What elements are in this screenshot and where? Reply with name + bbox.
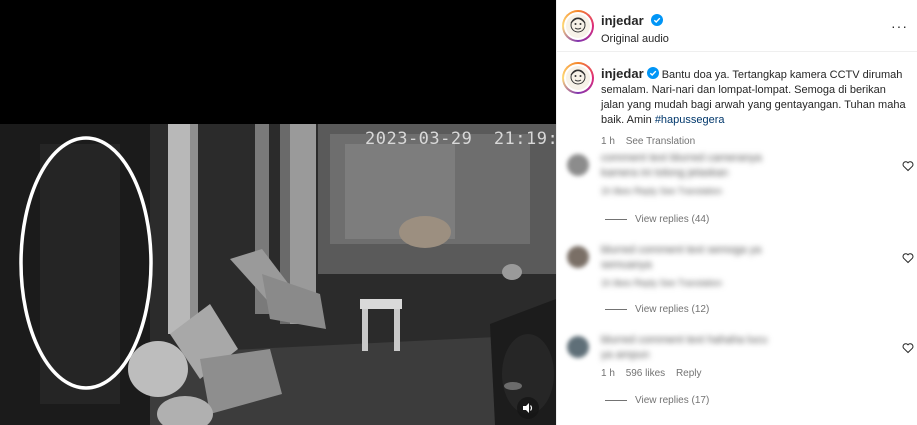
cctv-scene xyxy=(0,124,556,425)
author-avatar[interactable] xyxy=(562,10,594,42)
caption-hashtag[interactable]: #hapussegera xyxy=(655,114,725,126)
media-letterbox xyxy=(0,0,556,124)
post-side-panel: injedar Original audio ··· injedar Bantu… xyxy=(556,0,917,425)
comment-time[interactable]: 1 h xyxy=(601,368,615,379)
replies-dash xyxy=(605,219,627,220)
like-heart-icon[interactable] xyxy=(902,252,914,264)
more-options-button[interactable]: ··· xyxy=(891,18,908,34)
view-replies-button[interactable]: View replies (44) xyxy=(605,214,709,225)
comment-text-blurred: blurred comment text semoga ya xyxy=(601,244,762,256)
post-media[interactable]: 2023-03-29 21:19:02 xyxy=(0,0,556,425)
comment-text-blurred: comment text blurred cameranya xyxy=(601,152,762,164)
see-translation-link[interactable]: See Translation xyxy=(626,136,696,147)
like-heart-icon[interactable] xyxy=(902,160,914,172)
comment-text-blurred: blurred comment text hahaha lucu xyxy=(601,334,768,346)
reply-button[interactable]: Reply xyxy=(676,368,702,379)
post-time[interactable]: 1 h xyxy=(601,136,615,147)
view-replies-label: View replies (12) xyxy=(635,304,710,315)
author-username[interactable]: injedar xyxy=(601,13,644,28)
like-heart-icon[interactable] xyxy=(902,342,914,354)
audio-label[interactable]: Original audio xyxy=(601,33,669,45)
view-replies-button[interactable]: View replies (17) xyxy=(605,395,709,406)
post-caption: injedar Bantu doa ya. Tertangkap kamera … xyxy=(601,66,906,149)
comment-meta-blurred: 1h likes Reply See Translation xyxy=(601,186,723,196)
view-replies-button[interactable]: View replies (12) xyxy=(605,304,709,315)
comment-text-blurred: ya ampun xyxy=(601,349,650,361)
verified-badge-icon xyxy=(646,67,659,79)
cctv-timestamp: 2023-03-29 21:19:02 xyxy=(365,129,556,149)
comment-likes[interactable]: 596 likes xyxy=(626,368,665,379)
comment-text-blurred: kamera ini tolong jelaskan xyxy=(601,167,729,179)
post-header: injedar Original audio ··· xyxy=(557,0,917,52)
comment-text-blurred: semuanya xyxy=(601,259,652,271)
caption-username[interactable]: injedar xyxy=(601,66,644,81)
view-replies-label: View replies (44) xyxy=(635,214,710,225)
face-sketch-icon xyxy=(570,17,586,33)
replies-dash xyxy=(605,400,627,401)
caption-author-avatar[interactable] xyxy=(562,62,594,94)
commenter-avatar[interactable] xyxy=(567,336,589,358)
volume-button[interactable] xyxy=(517,397,539,419)
commenter-avatar[interactable] xyxy=(567,154,589,176)
commenter-avatar[interactable] xyxy=(567,246,589,268)
speaker-icon xyxy=(523,403,533,413)
cctv-video-frame[interactable]: 2023-03-29 21:19:02 xyxy=(0,124,556,425)
replies-dash xyxy=(605,309,627,310)
comment-meta-blurred: 1h likes Reply See Translation xyxy=(601,278,723,288)
face-sketch-icon xyxy=(570,69,586,85)
view-replies-label: View replies (17) xyxy=(635,395,710,406)
verified-badge-icon xyxy=(651,14,664,26)
